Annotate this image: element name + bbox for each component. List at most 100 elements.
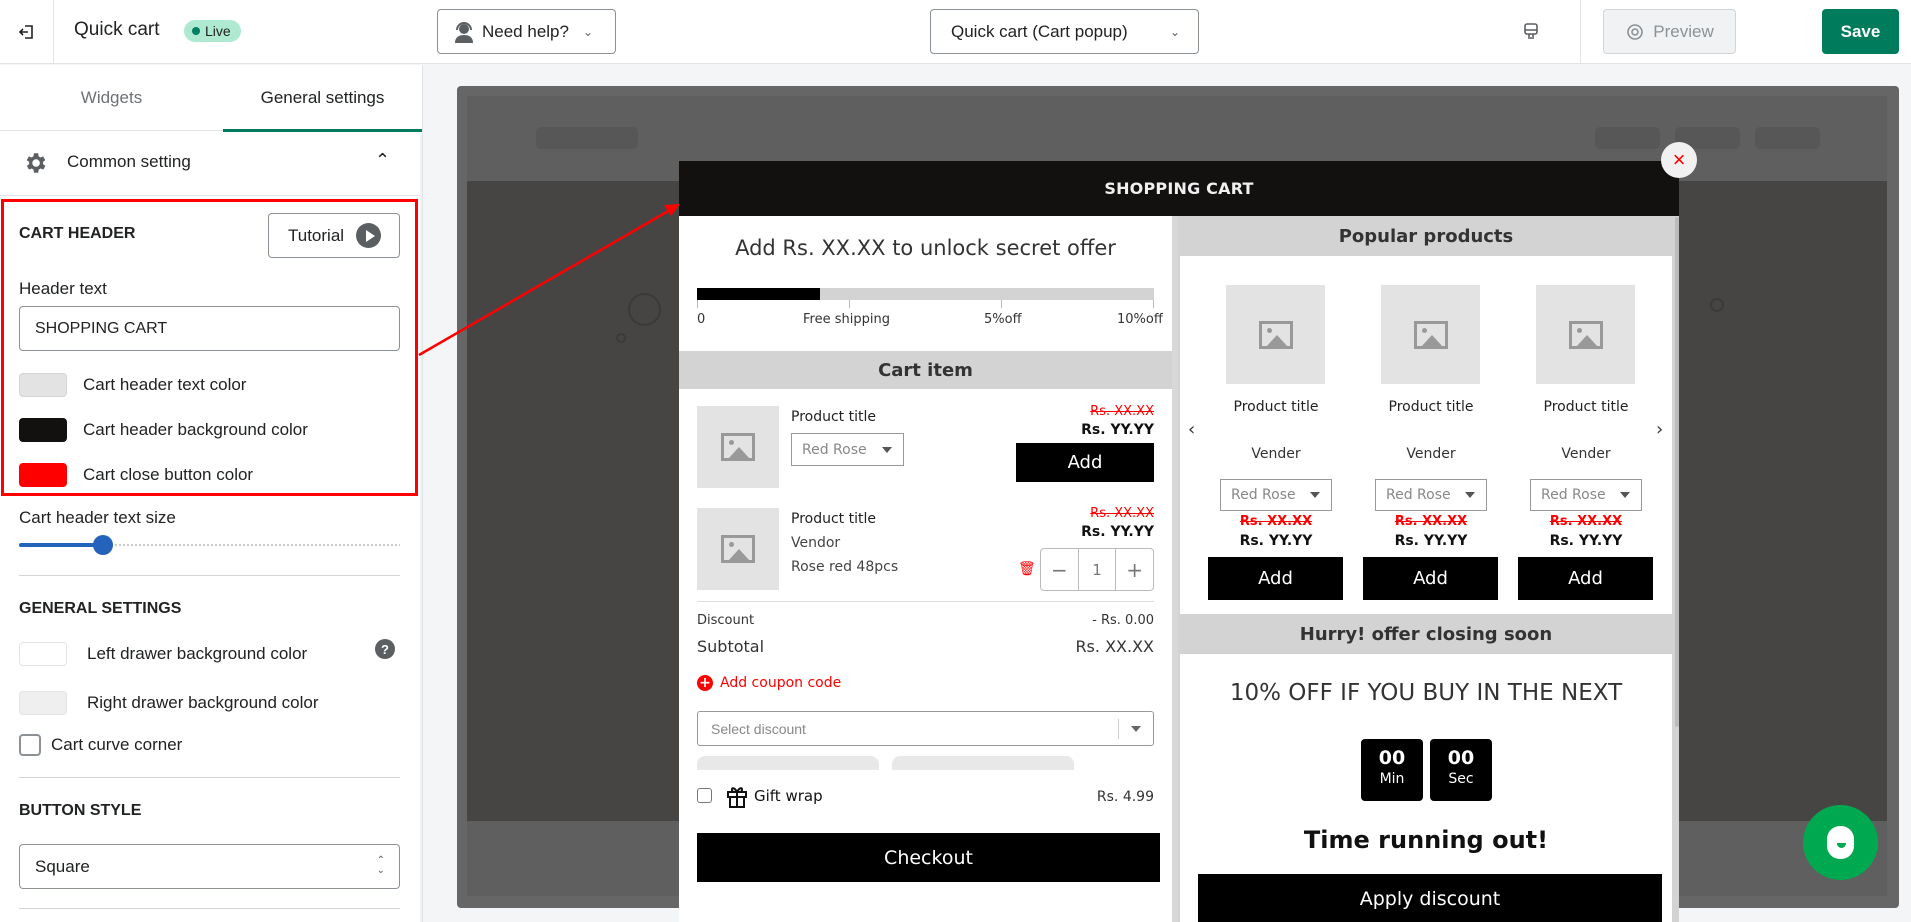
add-button[interactable]: Add: [1208, 557, 1343, 600]
color-label: Right drawer background color: [87, 693, 319, 712]
chevron-down-icon: ⌄: [1169, 24, 1180, 39]
chat-button[interactable]: [1803, 805, 1878, 880]
tab-widgets[interactable]: Widgets: [0, 65, 223, 131]
increase-button[interactable]: +: [1116, 549, 1153, 590]
add-button[interactable]: Add: [1016, 443, 1154, 482]
color-swatch[interactable]: [19, 418, 67, 442]
new-price: Rs. YY.YY: [1081, 524, 1154, 540]
variant-select[interactable]: Red Rose: [1220, 479, 1332, 511]
placeholder-pill: [536, 127, 638, 149]
color-swatch[interactable]: [19, 691, 67, 715]
preview-button[interactable]: Preview: [1603, 9, 1736, 54]
header-text-color-picker[interactable]: Cart header text color: [19, 372, 246, 398]
header-text-input[interactable]: [19, 306, 400, 351]
minutes-value: 00: [1378, 747, 1406, 769]
exit-icon: [18, 25, 33, 39]
select-separator: [1118, 719, 1119, 739]
live-dot-icon: [192, 27, 200, 35]
plus-circle-icon: +: [697, 675, 713, 691]
header-text-size-slider[interactable]: [19, 535, 400, 555]
help-icon[interactable]: ?: [375, 639, 395, 659]
product-variant-text: Rose red 48pcs: [791, 559, 899, 575]
divider: [1580, 0, 1581, 64]
gift-wrap-checkbox[interactable]: [697, 788, 712, 803]
delete-trash-icon[interactable]: 🗑: [1018, 561, 1036, 577]
add-coupon-link[interactable]: + Add coupon code: [697, 675, 841, 691]
new-price: Rs. YY.YY: [1081, 422, 1154, 438]
cart-left-drawer: Add Rs. XX.XX to unlock secret offer 0 F…: [679, 216, 1172, 922]
discount-chip[interactable]: [697, 756, 879, 770]
product-title: Product title: [1233, 399, 1319, 415]
product-title: Product title: [791, 409, 876, 425]
quantity-stepper: − 1 +: [1040, 548, 1154, 591]
template-select[interactable]: Quick cart (Cart popup) ⌄: [930, 9, 1199, 54]
chevron-down-icon: ⌄: [582, 24, 594, 39]
cart-popup: SHOPPING CART Add Rs. XX.XX to unlock se…: [679, 161, 1679, 922]
progress-tick: [697, 300, 698, 308]
close-button-color-picker[interactable]: Cart close button color: [19, 462, 253, 488]
top-bar: Quick cart Live Need help? ⌄ Quick cart …: [0, 0, 1911, 64]
tab-general-settings[interactable]: General settings: [223, 65, 422, 132]
image-placeholder-icon: [721, 535, 755, 563]
new-price: Rs. YY.YY: [1394, 533, 1468, 549]
gear-icon: [26, 153, 46, 173]
chevron-up-icon[interactable]: ⌃: [375, 150, 390, 171]
variant-select[interactable]: Red Rose: [1530, 479, 1642, 511]
carousel-next-icon[interactable]: ›: [1656, 419, 1663, 440]
settings-sidebar: Widgets General settings Common setting …: [0, 65, 423, 922]
checkout-button[interactable]: Checkout: [697, 833, 1160, 882]
discount-placeholder: Select discount: [711, 720, 806, 737]
button-style-select[interactable]: Square ⌃ ⌄: [19, 844, 400, 889]
divider: [697, 601, 1154, 602]
product-thumbnail: [1536, 285, 1635, 384]
offer-text: Add Rs. XX.XX to unlock secret offer: [735, 236, 1116, 260]
exit-button[interactable]: [0, 0, 54, 64]
decrease-button[interactable]: −: [1041, 549, 1079, 590]
header-bg-color-picker[interactable]: Cart header background color: [19, 417, 308, 443]
common-setting-label: Common setting: [67, 152, 191, 171]
left-drawer-color-picker[interactable]: Left drawer background color: [19, 641, 307, 667]
header-text-label: Header text: [19, 279, 107, 298]
quantity-value[interactable]: 1: [1079, 549, 1117, 590]
color-label: Cart close button color: [83, 465, 254, 484]
divider: [19, 908, 400, 909]
old-price: Rs. XX.XX: [1090, 506, 1154, 521]
image-placeholder-icon: [1568, 320, 1603, 349]
checkbox[interactable]: [19, 734, 41, 756]
color-swatch[interactable]: [19, 373, 67, 397]
need-help-button[interactable]: Need help? ⌄: [437, 9, 616, 54]
color-label: Cart header background color: [83, 420, 308, 439]
add-button[interactable]: Add: [1518, 557, 1653, 600]
add-button[interactable]: Add: [1363, 557, 1498, 600]
discount-chip[interactable]: [892, 756, 1074, 770]
color-swatch[interactable]: [19, 642, 67, 666]
right-drawer-scrollbar[interactable]: [1675, 217, 1679, 727]
timer-heading: Hurry! offer closing soon: [1299, 623, 1553, 645]
right-drawer-color-picker[interactable]: Right drawer background color: [19, 690, 319, 716]
cart-close-button[interactable]: ×: [1661, 142, 1697, 178]
button-style-value: Square: [35, 856, 90, 876]
sidebar-tabs: Widgets General settings: [0, 65, 422, 132]
gift-wrap-price: Rs. 4.99: [1096, 789, 1154, 805]
discount-select[interactable]: Select discount: [697, 711, 1154, 746]
product-vendor: Vender: [1251, 446, 1301, 462]
slider-thumb[interactable]: [92, 535, 113, 555]
desktop-icon[interactable]: [1521, 21, 1541, 41]
apply-discount-button[interactable]: Apply discount: [1198, 874, 1662, 922]
new-price: Rs. YY.YY: [1549, 533, 1623, 549]
product-thumbnail: [697, 508, 779, 590]
caret-down-icon: [1131, 726, 1141, 732]
save-button[interactable]: Save: [1822, 9, 1899, 54]
product-title: Product title: [791, 511, 876, 527]
variant-select[interactable]: Red Rose: [1375, 479, 1487, 511]
sidebar-scroll-thumb[interactable]: [422, 267, 423, 612]
carousel-prev-icon[interactable]: ‹: [1188, 419, 1195, 440]
tutorial-button[interactable]: Tutorial: [268, 213, 400, 258]
curve-corner-checkbox[interactable]: Cart curve corner: [19, 733, 182, 757]
variant-select[interactable]: Red Rose: [791, 433, 904, 466]
decoration-circle: [628, 293, 661, 326]
color-swatch[interactable]: [19, 463, 67, 487]
button-style-title: BUTTON STYLE: [19, 802, 142, 819]
subtotal-value: Rs. XX.XX: [1075, 637, 1154, 656]
common-setting-header[interactable]: Common setting ⌃: [0, 132, 420, 196]
